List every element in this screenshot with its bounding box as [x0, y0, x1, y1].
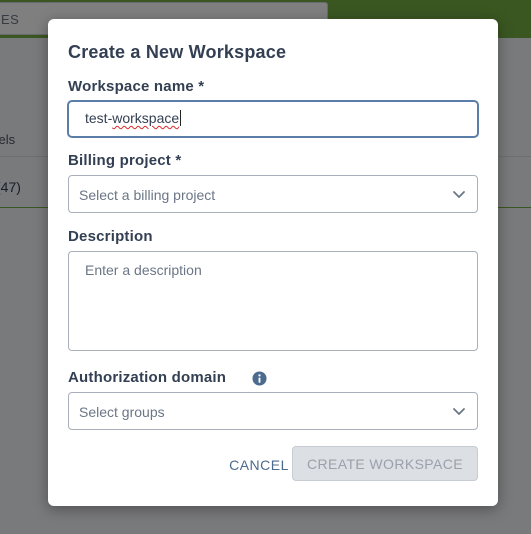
authorization-domain-select[interactable]: Select groups	[68, 392, 478, 430]
workspace-name-label: Workspace name *	[68, 78, 205, 95]
authorization-domain-label: Authorization domain	[68, 369, 227, 386]
create-workspace-dialog: Create a New Workspace Workspace name * …	[48, 19, 498, 506]
workspace-name-input[interactable]	[68, 101, 478, 137]
description-textarea[interactable]	[68, 251, 478, 351]
billing-project-label: Billing project *	[68, 152, 182, 169]
chevron-down-icon	[453, 191, 465, 198]
info-circle-icon[interactable]	[252, 371, 267, 386]
chevron-down-icon	[453, 408, 465, 415]
authorization-domain-placeholder: Select groups	[79, 404, 165, 420]
billing-project-select[interactable]: Select a billing project	[68, 175, 478, 213]
description-label: Description	[68, 228, 153, 245]
dialog-title: Create a New Workspace	[68, 42, 287, 62]
billing-project-placeholder: Select a billing project	[79, 187, 216, 203]
create-workspace-button[interactable]: CREATE WORKSPACE	[292, 446, 478, 481]
